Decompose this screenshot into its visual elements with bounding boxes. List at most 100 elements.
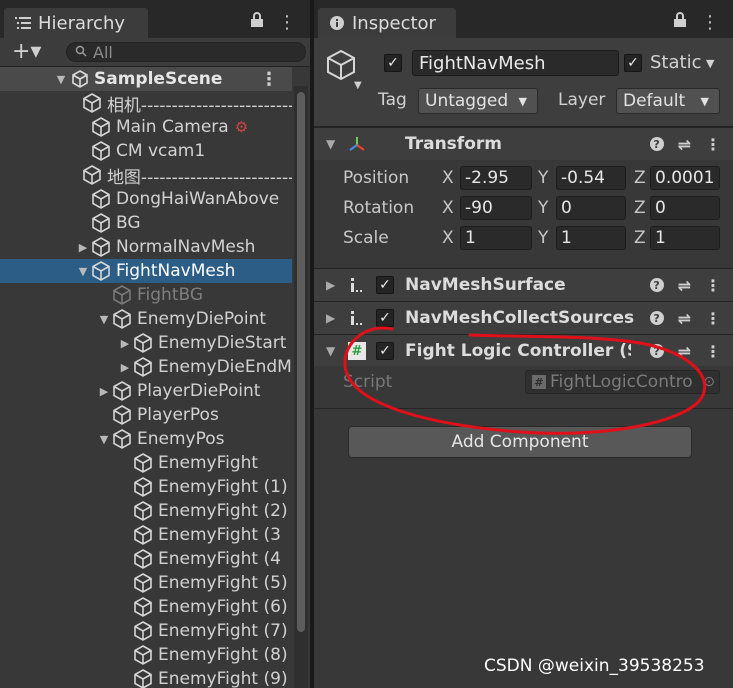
expand-arrow-icon[interactable]: ▼ — [326, 137, 335, 151]
collapse-arrow-icon[interactable]: ▶ — [118, 337, 132, 350]
tab-hierarchy[interactable]: Hierarchy — [4, 8, 148, 38]
y-value-field[interactable]: 1 — [556, 226, 626, 250]
hierarchy-item[interactable]: EnemyFight (7) — [0, 619, 292, 643]
search-input[interactable] — [93, 42, 283, 62]
component-menu-icon[interactable]: ⋮ — [705, 276, 721, 295]
expand-arrow-icon[interactable]: ▼ — [97, 433, 111, 446]
hierarchy-item[interactable]: EnemyFight — [0, 451, 292, 475]
static-checkbox[interactable]: ✓ — [624, 54, 642, 72]
component-header[interactable]: ▶ ✓ NavMeshCollectSources? ⇌ ⋮ — [314, 301, 733, 334]
hierarchy-item[interactable]: 地图---------------------------- — [0, 163, 292, 187]
help-icon[interactable]: ? — [649, 278, 664, 292]
collapse-arrow-icon[interactable]: ▶ — [326, 278, 335, 292]
axis-label[interactable]: Z — [634, 198, 646, 218]
scene-menu-icon[interactable]: ⋮ — [260, 69, 278, 90]
hierarchy-scrollbar[interactable] — [294, 86, 308, 688]
hierarchy-item[interactable]: EnemyFight (5) — [0, 571, 292, 595]
static-dropdown-caret-icon[interactable]: ▼ — [706, 57, 714, 70]
axis-label[interactable]: Z — [634, 228, 646, 248]
component-header[interactable]: ▶ ✓ NavMeshSurface? ⇌ ⋮ — [314, 268, 733, 301]
collapse-arrow-icon[interactable]: ▶ — [118, 361, 132, 374]
x-value-field[interactable]: -2.95 — [460, 166, 532, 190]
preset-sliders-icon[interactable]: ⇌ — [678, 342, 691, 361]
collapse-arrow-icon[interactable]: ▶ — [76, 241, 90, 254]
add-component-button[interactable]: Add Component — [348, 426, 692, 458]
component-enabled-checkbox[interactable]: ✓ — [376, 342, 394, 360]
axis-label[interactable]: Z — [634, 168, 646, 188]
hierarchy-search[interactable] — [66, 42, 306, 62]
x-value-field[interactable]: -90 — [460, 196, 532, 220]
help-icon[interactable]: ? — [649, 137, 664, 151]
axis-label[interactable]: X — [442, 228, 454, 248]
hierarchy-item[interactable]: Main Camera ⚙ — [0, 115, 292, 139]
hierarchy-item[interactable]: FightBG — [0, 283, 292, 307]
hierarchy-item[interactable]: ▶ PlayerDiePoint — [0, 379, 292, 403]
icon-dropdown-caret-icon[interactable]: ▼ — [354, 80, 362, 91]
axis-label[interactable]: Y — [538, 168, 548, 188]
tab-inspector[interactable]: Inspector — [318, 8, 456, 38]
help-icon[interactable]: ? — [649, 344, 664, 358]
script-object-field[interactable]: # FightLogicContro ⊙ — [525, 370, 720, 394]
hierarchy-item[interactable]: DongHaiWanAbove — [0, 187, 292, 211]
hierarchy-item[interactable]: 相机---------------------------- — [0, 91, 292, 115]
hierarchy-item[interactable]: ▶ EnemyDieStart — [0, 331, 292, 355]
hierarchy-item[interactable]: EnemyFight (3 — [0, 523, 292, 547]
expand-arrow-icon[interactable]: ▼ — [97, 313, 111, 326]
preset-sliders-icon[interactable]: ⇌ — [678, 276, 691, 295]
layer-dropdown[interactable]: Default ▼ — [616, 88, 720, 114]
axis-label[interactable]: Y — [538, 198, 548, 218]
hierarchy-item[interactable]: ▼ FightNavMesh — [0, 259, 292, 283]
expand-arrow-icon[interactable]: ▼ — [54, 73, 68, 86]
active-checkbox[interactable]: ✓ — [384, 54, 402, 72]
lock-icon[interactable] — [673, 12, 687, 33]
component-menu-icon[interactable]: ⋮ — [705, 309, 721, 328]
object-picker-icon[interactable]: ⊙ — [703, 374, 715, 390]
scene-row[interactable]: ▼ SampleScene ⋮ — [0, 67, 292, 91]
z-value-field[interactable]: 1 — [650, 226, 720, 250]
hierarchy-item[interactable]: ▼ EnemyPos — [0, 427, 292, 451]
hierarchy-item[interactable]: EnemyFight (9) — [0, 667, 292, 688]
preset-sliders-icon[interactable]: ⇌ — [678, 135, 691, 154]
transform-header[interactable]: ▼ Transform ? ⇌ ⋮ — [314, 127, 733, 160]
preset-sliders-icon[interactable]: ⇌ — [678, 309, 691, 328]
hierarchy-item[interactable]: BG — [0, 211, 292, 235]
x-value-field[interactable]: 1 — [460, 226, 532, 250]
hierarchy-item[interactable]: EnemyFight (2) — [0, 499, 292, 523]
component-enabled-checkbox[interactable]: ✓ — [376, 309, 394, 327]
scrollbar-thumb[interactable] — [297, 92, 305, 632]
y-value-field[interactable]: -0.54 — [556, 166, 626, 190]
hierarchy-item[interactable]: EnemyFight (1) — [0, 475, 292, 499]
inspector-panel: Inspector ⋮ ▼ ✓ FightNavMesh ✓ Static ▼ … — [314, 0, 733, 688]
collapse-arrow-icon[interactable]: ▶ — [97, 385, 111, 398]
component-enabled-checkbox[interactable]: ✓ — [376, 276, 394, 294]
y-value-field[interactable]: 0 — [556, 196, 626, 220]
hierarchy-item[interactable]: ▼ EnemyDiePoint — [0, 307, 292, 331]
hierarchy-item[interactable]: EnemyFight (6) — [0, 595, 292, 619]
more-options-icon[interactable]: ⋮ — [278, 12, 296, 33]
hierarchy-item[interactable]: ▶ NormalNavMesh — [0, 235, 292, 259]
more-options-icon[interactable]: ⋮ — [701, 12, 719, 33]
hierarchy-item[interactable]: EnemyFight (8) — [0, 643, 292, 667]
hierarchy-item[interactable]: ▶ EnemyDieEndM — [0, 355, 292, 379]
static-label[interactable]: Static — [650, 52, 701, 73]
hierarchy-item[interactable]: CM vcam1 — [0, 139, 292, 163]
component-menu-icon[interactable]: ⋮ — [705, 135, 721, 154]
hierarchy-item[interactable]: PlayerPos — [0, 403, 292, 427]
create-dropdown-button[interactable]: +▾ — [12, 40, 41, 64]
axis-label[interactable]: X — [442, 198, 454, 218]
object-name-field[interactable]: FightNavMesh — [412, 50, 619, 76]
component-menu-icon[interactable]: ⋮ — [705, 342, 721, 361]
tag-dropdown[interactable]: Untagged ▼ — [418, 88, 538, 114]
help-icon[interactable]: ? — [649, 311, 664, 325]
expand-arrow-icon[interactable]: ▼ — [326, 344, 335, 358]
collapse-arrow-icon[interactable]: ▶ — [326, 311, 335, 325]
component-header[interactable]: ▼ # ✓ Fight Logic Controller (S? ⇌ ⋮ — [314, 334, 733, 367]
z-value-field[interactable]: 0 — [650, 196, 720, 220]
axis-label[interactable]: Y — [538, 228, 548, 248]
expand-arrow-icon[interactable]: ▼ — [76, 265, 90, 278]
gameobject-cube-icon[interactable] — [324, 48, 358, 82]
hierarchy-item[interactable]: EnemyFight (4 — [0, 547, 292, 571]
lock-icon[interactable] — [250, 12, 264, 33]
axis-label[interactable]: X — [442, 168, 454, 188]
z-value-field[interactable]: 0.0001 — [650, 166, 720, 190]
